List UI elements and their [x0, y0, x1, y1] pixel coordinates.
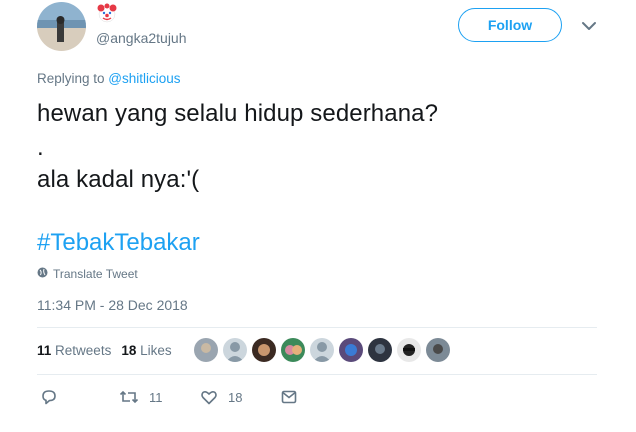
heart-icon [200, 388, 218, 406]
author-avatar[interactable] [37, 2, 86, 51]
liker-avatar[interactable] [397, 338, 421, 362]
reply-icon [40, 388, 58, 406]
retweets-count: 11 [37, 343, 52, 358]
clown-face-icon [96, 2, 118, 24]
tweet-card: @angka2tujuh Follow Replying to @shitlic… [0, 0, 636, 432]
tweet-text-line: ala kadal nya:'( [37, 166, 200, 193]
like-button[interactable]: 18 [200, 388, 242, 406]
retweets-label: Retweets [55, 343, 112, 358]
translate-label: Translate Tweet [53, 267, 138, 281]
liker-avatar[interactable] [339, 338, 363, 362]
retweets-stat[interactable]: 11 Retweets [37, 343, 111, 358]
hashtag-link[interactable]: #TebakTebakar [37, 229, 200, 257]
retweet-icon [119, 388, 139, 406]
liker-avatar[interactable] [194, 338, 218, 362]
envelope-icon [280, 388, 298, 406]
liker-avatars [194, 338, 450, 362]
author-handle[interactable]: @angka2tujuh [96, 30, 187, 46]
reply-mention-link[interactable]: @shitlicious [108, 71, 180, 86]
likes-label: Likes [140, 343, 172, 358]
tweet-text-line: hewan yang selalu hidup sederhana? [37, 100, 439, 127]
likes-stat[interactable]: 18 Likes [121, 343, 171, 358]
translate-tweet-link[interactable]: Translate Tweet [37, 267, 138, 281]
liker-avatar[interactable] [310, 338, 334, 362]
direct-message-button[interactable] [280, 388, 298, 406]
reply-button[interactable] [40, 388, 58, 406]
liker-avatar[interactable] [281, 338, 305, 362]
divider [37, 327, 597, 328]
liker-avatar[interactable] [426, 338, 450, 362]
likes-count: 18 [121, 343, 137, 358]
retweet-button[interactable]: 11 [119, 388, 163, 406]
like-count: 18 [228, 389, 243, 405]
divider [37, 374, 597, 375]
liker-avatar[interactable] [368, 338, 392, 362]
liker-avatar[interactable] [252, 338, 276, 362]
follow-button[interactable]: Follow [458, 8, 562, 42]
retweet-count: 11 [149, 389, 163, 405]
replying-prefix: Replying to [37, 71, 109, 86]
globe-icon [37, 267, 48, 281]
tweet-timestamp[interactable]: 11:34 PM - 28 Dec 2018 [37, 297, 188, 313]
tweet-stats: 11 Retweets 18 Likes [37, 343, 172, 358]
tweet-text-line: . [37, 134, 44, 161]
chevron-down-icon[interactable] [580, 18, 598, 34]
replying-to: Replying to @shitlicious [37, 71, 181, 86]
liker-avatar[interactable] [223, 338, 247, 362]
